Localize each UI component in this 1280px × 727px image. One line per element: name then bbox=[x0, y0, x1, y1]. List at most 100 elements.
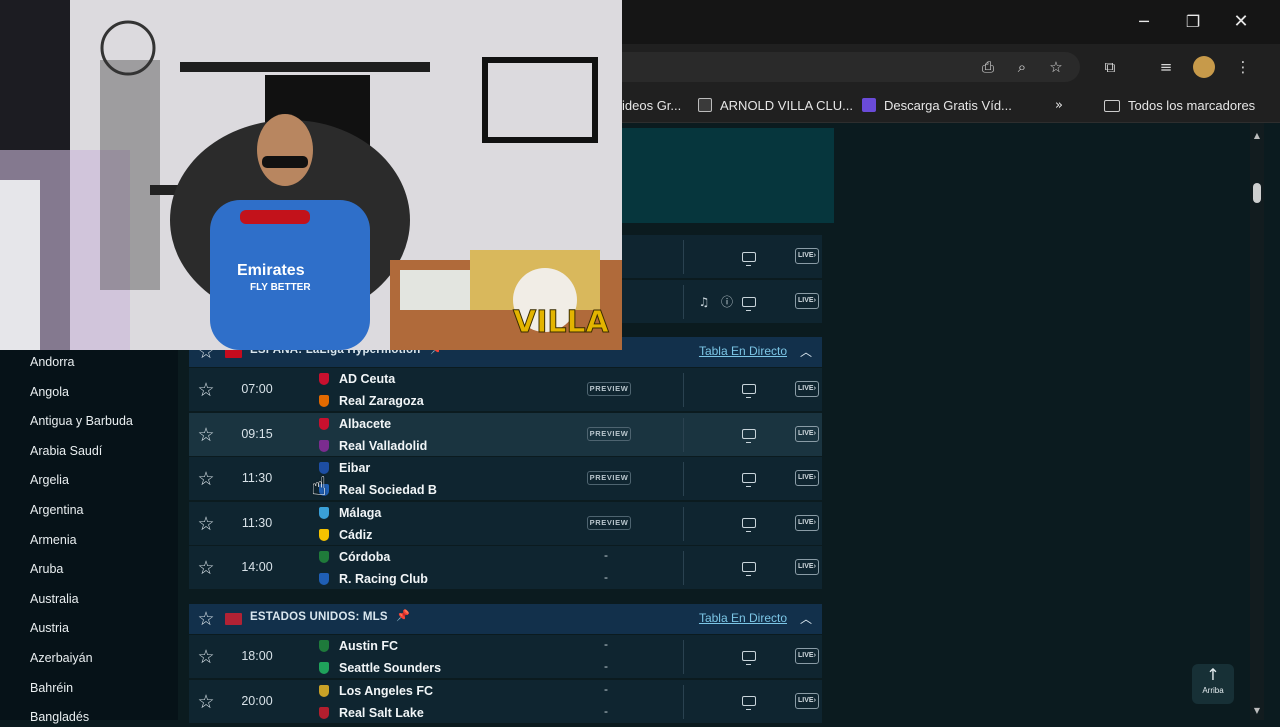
favorite-star-icon[interactable]: ☆ bbox=[194, 512, 218, 536]
preview-button[interactable]: PREVIEW bbox=[587, 382, 631, 396]
match-row[interactable]: ☆ 11:30 Eibar Real Sociedad B PREVIEW LIVE› bbox=[189, 457, 822, 501]
away-team[interactable]: Cádiz bbox=[319, 526, 372, 544]
tv-icon[interactable] bbox=[742, 384, 756, 398]
away-team[interactable]: Real Zaragoza bbox=[319, 392, 424, 410]
live-button[interactable]: LIVE› bbox=[795, 693, 819, 709]
score-away: - bbox=[604, 659, 608, 673]
live-button[interactable]: LIVE› bbox=[795, 515, 819, 531]
tv-icon[interactable] bbox=[742, 297, 756, 311]
sidebar-country-item[interactable]: Argentina bbox=[30, 500, 84, 520]
away-team[interactable]: Real Salt Lake bbox=[319, 704, 424, 722]
bookmark-item-2[interactable]: Descarga Gratis Víd... bbox=[862, 97, 1012, 115]
scroll-down-icon[interactable]: ▼ bbox=[1251, 706, 1263, 718]
live-table-link[interactable]: Tabla En Directo bbox=[699, 344, 787, 358]
match-row[interactable]: ☆ 14:00 Córdoba R. Racing Club - - LIVE› bbox=[189, 546, 822, 590]
sidebar-country-item[interactable]: Aruba bbox=[30, 559, 63, 579]
sidebar-country-item[interactable]: Arabia Saudí bbox=[30, 441, 102, 461]
match-row[interactable]: ☆ 07:00 AD Ceuta Real Zaragoza PREVIEW LIVE› bbox=[189, 368, 822, 412]
match-row[interactable]: ☆ 18:00 Austin FC Seattle Sounders - - LIVE› bbox=[189, 635, 822, 679]
sidebar-country-item[interactable]: Angola bbox=[30, 382, 69, 402]
tv-icon[interactable] bbox=[742, 429, 756, 443]
bookmark-item-0[interactable]: ideos Gr... bbox=[622, 97, 681, 115]
favorite-star-icon[interactable]: ☆ bbox=[194, 378, 218, 402]
match-row[interactable]: ☆ 09:15 Albacete Real Valladolid PREVIEW LIVE… bbox=[189, 413, 822, 457]
away-team[interactable]: Real Sociedad B bbox=[319, 481, 437, 499]
scrollbar-thumb[interactable] bbox=[1253, 183, 1261, 203]
tv-icon[interactable] bbox=[742, 562, 756, 576]
favorite-star-icon[interactable]: ☆ bbox=[194, 423, 218, 447]
live-button[interactable]: LIVE› bbox=[795, 248, 819, 264]
sidebar-country-item[interactable]: Andorra bbox=[30, 352, 74, 372]
league-title[interactable]: ESTADOS UNIDOS: MLS bbox=[250, 611, 388, 623]
sidebar-country-item[interactable]: Australia bbox=[30, 589, 79, 609]
match-row[interactable]: ☆ 20:00 Los Angeles FC Real Salt Lake - - LIVE… bbox=[189, 680, 822, 724]
bookmarks-overflow-icon[interactable]: » bbox=[1055, 97, 1063, 115]
headphones-icon[interactable]: ♫ bbox=[697, 295, 711, 309]
sidebar-country-item[interactable]: Armenia bbox=[30, 530, 77, 550]
home-team[interactable]: AD Ceuta bbox=[319, 370, 395, 388]
match-row[interactable]: ☆ 11:30 Málaga Cádiz PREVIEW LIVE› bbox=[189, 502, 822, 546]
sidebar-country-item[interactable]: Bangladés bbox=[30, 707, 89, 727]
restore-icon[interactable]: ❐ bbox=[1179, 8, 1207, 36]
tv-icon[interactable] bbox=[742, 696, 756, 710]
live-button[interactable]: LIVE› bbox=[795, 293, 819, 309]
install-app-icon[interactable]: ⎙ bbox=[976, 55, 1000, 79]
live-button[interactable]: LIVE› bbox=[795, 648, 819, 664]
row-divider bbox=[683, 640, 684, 674]
team-crest-icon bbox=[319, 662, 329, 674]
live-button[interactable]: LIVE› bbox=[795, 559, 819, 575]
tv-icon[interactable] bbox=[742, 252, 756, 266]
tv-icon[interactable] bbox=[742, 473, 756, 487]
profile-avatar[interactable] bbox=[1193, 56, 1215, 78]
bookmark-item-1[interactable]: ARNOLD VILLA CLU... bbox=[698, 97, 853, 115]
home-team[interactable]: Málaga bbox=[319, 504, 381, 522]
menu-icon[interactable]: ⋮ bbox=[1231, 55, 1255, 79]
close-icon[interactable]: ✕ bbox=[1227, 8, 1255, 36]
favorite-star-icon[interactable]: ☆ bbox=[194, 607, 218, 631]
sidebar-country-item[interactable]: Azerbaiyán bbox=[30, 648, 93, 668]
away-team[interactable]: Seattle Sounders bbox=[319, 659, 441, 677]
league-header[interactable]: ☆ ESTADOS UNIDOS: MLS Tabla En Directo ︿ bbox=[189, 604, 822, 634]
pin-icon[interactable]: 📌 bbox=[396, 609, 410, 622]
sidebar-country-item[interactable]: Bahréin bbox=[30, 678, 73, 698]
preview-button[interactable]: PREVIEW bbox=[587, 471, 631, 485]
zoom-icon[interactable]: ⌕ bbox=[1010, 55, 1034, 79]
home-team-name: Los Angeles FC bbox=[339, 684, 433, 698]
bookmark-star-icon[interactable]: ☆ bbox=[1044, 55, 1068, 79]
away-team[interactable]: Real Valladolid bbox=[319, 437, 427, 455]
info-icon[interactable]: ⓘ bbox=[720, 295, 734, 309]
home-team[interactable]: Los Angeles FC bbox=[319, 682, 433, 700]
banner-block bbox=[622, 128, 834, 223]
sidebar-country-item[interactable]: Antigua y Barbuda bbox=[30, 411, 133, 431]
live-table-link[interactable]: Tabla En Directo bbox=[699, 611, 787, 625]
bookmark-label: ideos Gr... bbox=[622, 98, 682, 113]
live-button[interactable]: LIVE› bbox=[795, 381, 819, 397]
home-team[interactable]: Austin FC bbox=[319, 637, 398, 655]
home-team[interactable]: Córdoba bbox=[319, 548, 390, 566]
favorite-star-icon[interactable]: ☆ bbox=[194, 690, 218, 714]
away-team[interactable]: R. Racing Club bbox=[319, 570, 428, 588]
scroll-up-icon[interactable]: ▲ bbox=[1251, 131, 1263, 143]
minimize-icon[interactable]: ─ bbox=[1130, 8, 1158, 36]
away-team-name: R. Racing Club bbox=[339, 572, 428, 586]
preview-button[interactable]: PREVIEW bbox=[587, 516, 631, 530]
preview-button[interactable]: PREVIEW bbox=[587, 427, 631, 441]
all-bookmarks-folder[interactable]: Todos los marcadores bbox=[1104, 97, 1255, 115]
live-button[interactable]: LIVE› bbox=[795, 470, 819, 486]
tv-icon[interactable] bbox=[742, 518, 756, 532]
address-bar[interactable] bbox=[560, 52, 1080, 82]
scrollbar-track[interactable] bbox=[1250, 123, 1264, 720]
extensions-icon[interactable]: ⧉ bbox=[1098, 55, 1122, 79]
sidebar-country-item[interactable]: Argelia bbox=[30, 470, 69, 490]
tv-icon[interactable] bbox=[742, 651, 756, 665]
home-team[interactable]: Albacete bbox=[319, 415, 391, 433]
favorite-star-icon[interactable]: ☆ bbox=[194, 467, 218, 491]
favorite-star-icon[interactable]: ☆ bbox=[194, 556, 218, 580]
back-to-top-button[interactable]: ↑ Arriba bbox=[1192, 664, 1234, 704]
live-button[interactable]: LIVE› bbox=[795, 426, 819, 442]
chevron-up-icon[interactable]: ︿ bbox=[800, 343, 812, 360]
favorite-star-icon[interactable]: ☆ bbox=[194, 645, 218, 669]
chevron-up-icon[interactable]: ︿ bbox=[800, 610, 812, 627]
media-control-icon[interactable]: ≡ bbox=[1154, 55, 1178, 79]
sidebar-country-item[interactable]: Austria bbox=[30, 618, 69, 638]
